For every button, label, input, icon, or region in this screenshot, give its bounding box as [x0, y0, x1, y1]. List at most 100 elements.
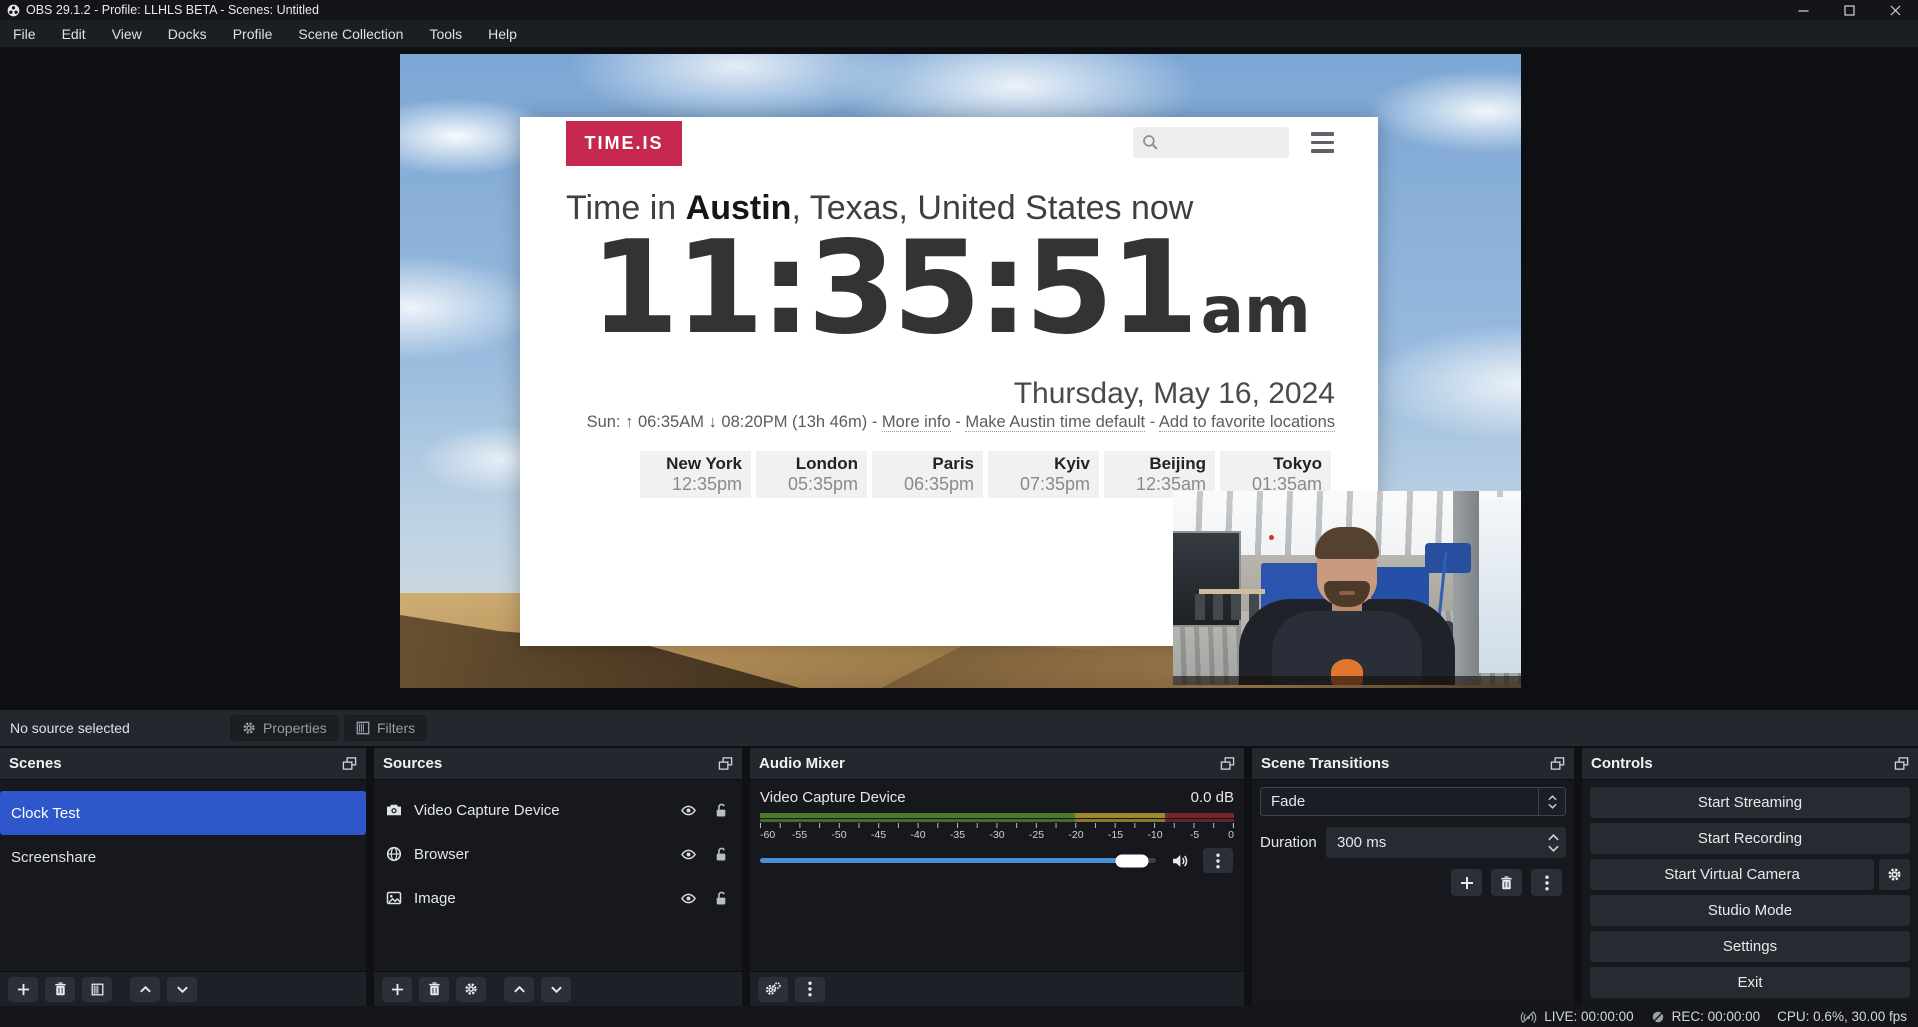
- menu-profile[interactable]: Profile: [220, 20, 286, 47]
- live-status: LIVE: 00:00:00: [1520, 1009, 1633, 1024]
- source-item-image[interactable]: Image: [374, 876, 742, 920]
- add-source-button[interactable]: [382, 977, 412, 1002]
- scene-transitions-header: Scene Transitions: [1252, 748, 1574, 780]
- mixer-menu-button[interactable]: [795, 977, 825, 1002]
- gear-icon: [1887, 867, 1902, 882]
- menu-edit[interactable]: Edit: [49, 20, 99, 47]
- clock-meridiem: am: [1201, 274, 1311, 348]
- record-off-icon: [1651, 1010, 1665, 1024]
- menu-help[interactable]: Help: [475, 20, 530, 47]
- start-virtual-camera-button[interactable]: Start Virtual Camera: [1590, 859, 1874, 890]
- move-scene-down-button[interactable]: [167, 977, 197, 1002]
- source-item-browser[interactable]: Browser: [374, 832, 742, 876]
- advanced-audio-button[interactable]: [758, 977, 788, 1002]
- studio-mode-button[interactable]: Studio Mode: [1590, 895, 1910, 926]
- audio-mixer-panel: Audio Mixer Video Capture Device 0.0 dB …: [750, 748, 1244, 1006]
- trash-icon: [428, 982, 441, 996]
- chevron-down-icon: [176, 983, 189, 996]
- kebab-icon: [1216, 853, 1220, 869]
- popout-icon[interactable]: [342, 756, 357, 771]
- select-arrows-icon: [1538, 788, 1565, 815]
- window-title: OBS 29.1.2 - Profile: LLHLS BETA - Scene…: [26, 3, 319, 17]
- duration-label: Duration: [1260, 834, 1326, 851]
- preview-canvas[interactable]: TIME.IS Time in Austin, Texas, United St…: [0, 47, 1918, 710]
- lock-icon[interactable]: [714, 847, 728, 862]
- camera-icon: [386, 802, 402, 818]
- lock-icon[interactable]: [714, 803, 728, 818]
- duration-spinbox[interactable]: 300 ms: [1326, 827, 1566, 858]
- popout-icon[interactable]: [1550, 756, 1565, 771]
- menu-file[interactable]: File: [0, 20, 49, 47]
- add-scene-button[interactable]: [8, 977, 38, 1002]
- volume-slider[interactable]: [760, 858, 1156, 863]
- hamburger-menu-icon: [1311, 132, 1334, 153]
- minimize-button[interactable]: [1780, 0, 1826, 20]
- visibility-eye-icon[interactable]: [680, 803, 697, 818]
- remove-transition-button[interactable]: [1491, 869, 1522, 896]
- source-item-video-capture[interactable]: Video Capture Device: [374, 788, 742, 832]
- start-recording-button[interactable]: Start Recording: [1590, 823, 1910, 854]
- scene-item-screenshare[interactable]: Screenshare: [0, 835, 366, 879]
- spinner-arrows-icon[interactable]: [1548, 827, 1559, 858]
- move-source-down-button[interactable]: [541, 977, 571, 1002]
- title-bar: OBS 29.1.2 - Profile: LLHLS BETA - Scene…: [0, 0, 1918, 20]
- webcam-overlay: [1173, 491, 1521, 685]
- menu-tools[interactable]: Tools: [416, 20, 475, 47]
- controls-body: Start Streaming Start Recording Start Vi…: [1582, 780, 1918, 1006]
- filters-button[interactable]: Filters: [344, 715, 427, 741]
- rec-status: REC: 00:00:00: [1651, 1009, 1761, 1024]
- trash-icon: [1500, 876, 1513, 890]
- kebab-icon: [808, 981, 812, 997]
- move-source-up-button[interactable]: [504, 977, 534, 1002]
- volume-slider-handle[interactable]: [1116, 854, 1149, 867]
- world-clock-newyork: New York12:35pm: [640, 451, 751, 498]
- scene-filters-button[interactable]: [82, 977, 112, 1002]
- speaker-icon[interactable]: [1171, 853, 1189, 869]
- volume-meter: [760, 813, 1234, 818]
- visibility-eye-icon[interactable]: [680, 847, 697, 862]
- menu-docks[interactable]: Docks: [155, 20, 220, 47]
- scenes-toolbar: [0, 971, 366, 1006]
- source-action-bar: No source selected Properties Filters: [0, 710, 1918, 746]
- mixer-channel-menu-button[interactable]: [1203, 848, 1233, 873]
- transition-menu-button[interactable]: [1531, 869, 1562, 896]
- world-clock-london: London05:35pm: [756, 451, 867, 498]
- popout-icon[interactable]: [1220, 756, 1235, 771]
- lock-icon[interactable]: [714, 891, 728, 906]
- scene-transitions-panel: Scene Transitions Fade Duration 300 ms: [1252, 748, 1574, 1006]
- scene-item-clock-test[interactable]: Clock Test: [0, 791, 366, 835]
- menu-scene-collection[interactable]: Scene Collection: [285, 20, 416, 47]
- sources-panel: Sources Video Capture Device Browser: [374, 748, 742, 1006]
- gear-icon: [464, 982, 478, 996]
- popout-icon[interactable]: [1894, 756, 1909, 771]
- source-properties-button[interactable]: [456, 977, 486, 1002]
- controls-panel: Controls Start Streaming Start Recording…: [1582, 748, 1918, 1006]
- settings-button[interactable]: Settings: [1590, 931, 1910, 962]
- chevron-up-icon: [139, 983, 152, 996]
- clock-time: 11:35:51: [590, 203, 1195, 376]
- chevron-down-icon: [550, 983, 563, 996]
- obs-logo-icon: [7, 4, 20, 17]
- transition-select[interactable]: Fade: [1260, 787, 1566, 816]
- popout-icon[interactable]: [718, 756, 733, 771]
- exit-button[interactable]: Exit: [1590, 967, 1910, 998]
- add-transition-button[interactable]: [1451, 869, 1482, 896]
- properties-button[interactable]: Properties: [230, 715, 339, 741]
- start-streaming-button[interactable]: Start Streaming: [1590, 787, 1910, 818]
- virtual-camera-settings-button[interactable]: [1879, 859, 1910, 890]
- sources-header: Sources: [374, 748, 742, 780]
- scenes-panel: Scenes Clock Test Screenshare: [0, 748, 366, 1006]
- audio-mixer-header: Audio Mixer: [750, 748, 1244, 780]
- remove-scene-button[interactable]: [45, 977, 75, 1002]
- image-icon: [386, 890, 402, 906]
- add-favorite-link: Add to favorite locations: [1159, 413, 1335, 432]
- maximize-button[interactable]: [1826, 0, 1872, 20]
- visibility-eye-icon[interactable]: [680, 891, 697, 906]
- remove-source-button[interactable]: [419, 977, 449, 1002]
- make-default-link: Make Austin time default: [965, 413, 1145, 432]
- filter-icon: [356, 721, 370, 735]
- globe-icon: [386, 846, 402, 862]
- move-scene-up-button[interactable]: [130, 977, 160, 1002]
- menu-view[interactable]: View: [99, 20, 155, 47]
- close-button[interactable]: [1872, 0, 1918, 20]
